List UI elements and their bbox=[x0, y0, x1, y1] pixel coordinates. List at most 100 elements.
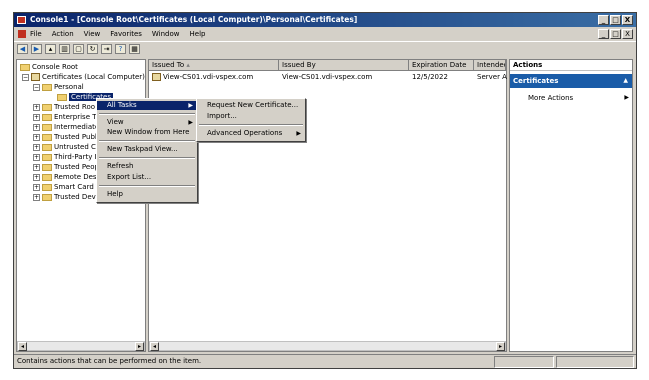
cell-intended: Server Au bbox=[477, 73, 507, 81]
menu-item-request-new-certificate[interactable]: Request New Certificate... bbox=[197, 101, 305, 110]
menu-item-view[interactable]: View ▶ bbox=[97, 118, 197, 127]
properties-icon[interactable]: ▢ bbox=[73, 43, 84, 54]
expand-icon[interactable]: + bbox=[33, 103, 40, 111]
menu-action[interactable]: Action bbox=[47, 28, 79, 40]
menu-favorites[interactable]: Favorites bbox=[105, 28, 147, 40]
menu-item-new-window[interactable]: New Window from Here bbox=[97, 128, 197, 137]
tree-horizontal-scrollbar[interactable]: ◂ ▸ bbox=[17, 341, 145, 351]
tree-label: Trusted Publ bbox=[54, 133, 97, 141]
menu-item-refresh[interactable]: Refresh bbox=[97, 162, 197, 171]
tree-label: Smart Card T bbox=[54, 183, 101, 191]
tree-label: Console Root bbox=[32, 63, 78, 71]
actions-section-label: Certificates bbox=[513, 77, 559, 85]
more-actions-link[interactable]: More Actions bbox=[528, 94, 573, 102]
expand-icon[interactable]: + bbox=[33, 133, 40, 141]
mdi-restore-button[interactable]: □ bbox=[610, 29, 621, 39]
folder-icon bbox=[57, 93, 67, 101]
show-action-pane-icon[interactable]: ▦ bbox=[129, 43, 140, 54]
tree-item-personal[interactable]: − Personal bbox=[33, 83, 84, 93]
collapse-icon[interactable]: − bbox=[22, 73, 29, 81]
tree-item-certificates-local[interactable]: − Certificates (Local Computer) bbox=[22, 73, 145, 83]
refresh-icon[interactable]: ↻ bbox=[87, 43, 98, 54]
submenu-arrow-icon: ▶ bbox=[296, 130, 301, 137]
menu-help[interactable]: Help bbox=[185, 28, 211, 40]
tree-label: Remote Desk bbox=[54, 173, 101, 181]
help-icon[interactable]: ? bbox=[115, 43, 126, 54]
tree-label: Untrusted Ce bbox=[54, 143, 101, 151]
submenu-arrow-icon: ▶ bbox=[624, 94, 629, 101]
expand-icon[interactable]: + bbox=[33, 163, 40, 171]
export-icon[interactable]: ⇥ bbox=[101, 43, 112, 54]
folder-icon bbox=[42, 153, 52, 161]
column-header-issued-to[interactable]: Issued To ▴ bbox=[149, 60, 279, 71]
menu-item-all-tasks[interactable]: All Tasks ▶ bbox=[97, 101, 197, 110]
scroll-left-icon[interactable]: ◂ bbox=[18, 342, 27, 351]
toolbar: ◀ ▶ ▴ ▥ ▢ ↻ ⇥ ? ▦ bbox=[14, 41, 636, 55]
show-hide-tree-icon[interactable]: ▥ bbox=[59, 43, 70, 54]
column-header-intended[interactable]: Intended bbox=[474, 60, 506, 71]
menu-item-advanced-operations[interactable]: Advanced Operations ▶ bbox=[197, 129, 305, 138]
tree-item-trusted-publishers[interactable]: + Trusted Publ bbox=[33, 133, 97, 143]
tree-label: Third-Party I bbox=[54, 153, 97, 161]
expand-icon[interactable]: + bbox=[33, 183, 40, 191]
scroll-left-icon[interactable]: ◂ bbox=[150, 342, 159, 351]
tree-item-remote-desktop[interactable]: + Remote Desk bbox=[33, 173, 101, 183]
collapse-icon[interactable]: − bbox=[33, 83, 40, 91]
menu-file[interactable]: File bbox=[16, 28, 47, 40]
menu-separator bbox=[99, 140, 195, 142]
tree-item-untrusted[interactable]: + Untrusted Ce bbox=[33, 143, 100, 153]
expand-icon[interactable]: + bbox=[33, 143, 40, 151]
window-title: Console1 - [Console Root\Certificates (L… bbox=[30, 15, 358, 24]
collapse-up-icon[interactable]: ▲ bbox=[623, 74, 628, 88]
tree-label: Enterprise Tr bbox=[54, 113, 99, 121]
tree-label: Trusted Roo bbox=[54, 103, 96, 111]
tree-label: Personal bbox=[54, 83, 84, 91]
title-bar[interactable]: Console1 - [Console Root\Certificates (L… bbox=[14, 13, 636, 27]
menu-item-new-taskpad[interactable]: New Taskpad View... bbox=[97, 145, 197, 154]
status-text: Contains actions that can be performed o… bbox=[17, 357, 202, 365]
menu-window[interactable]: Window bbox=[147, 28, 185, 40]
menu-item-help[interactable]: Help bbox=[97, 190, 197, 199]
menu-item-label: Advanced Operations bbox=[207, 129, 283, 137]
column-header-issued-by[interactable]: Issued By bbox=[279, 60, 409, 71]
back-icon[interactable]: ◀ bbox=[17, 43, 28, 54]
close-button[interactable]: X bbox=[622, 15, 633, 25]
menu-view[interactable]: View bbox=[79, 28, 106, 40]
cell-issued-by: View-CS01.vdi-vspex.com bbox=[282, 73, 373, 81]
minimize-button[interactable]: _ bbox=[598, 15, 609, 25]
tree-item-enterprise-trust[interactable]: + Enterprise Tr bbox=[33, 113, 98, 123]
expand-icon[interactable]: + bbox=[33, 153, 40, 161]
folder-icon bbox=[42, 123, 52, 131]
mdi-close-button[interactable]: X bbox=[622, 29, 633, 39]
expand-icon[interactable]: + bbox=[33, 193, 40, 201]
menu-item-import[interactable]: Import... bbox=[197, 112, 305, 121]
folder-icon bbox=[42, 103, 52, 111]
scroll-right-icon[interactable]: ▸ bbox=[496, 342, 505, 351]
scroll-right-icon[interactable]: ▸ bbox=[135, 342, 144, 351]
tree-item-trusted-root[interactable]: + Trusted Roo bbox=[33, 103, 95, 113]
mdi-minimize-button[interactable]: _ bbox=[598, 29, 609, 39]
sort-ascending-icon: ▴ bbox=[186, 61, 190, 69]
tree-item-third-party[interactable]: + Third-Party I bbox=[33, 153, 97, 163]
menu-item-export-list[interactable]: Export List... bbox=[97, 173, 197, 182]
expand-icon[interactable]: + bbox=[33, 123, 40, 131]
menu-bar: File Action View Favorites Window Help bbox=[14, 28, 636, 40]
mmc-app-icon bbox=[17, 16, 26, 24]
folder-icon bbox=[42, 113, 52, 121]
cell-expiration: 12/5/2022 bbox=[412, 73, 448, 81]
column-header-expiration-date[interactable]: Expiration Date bbox=[409, 60, 474, 71]
expand-icon[interactable]: + bbox=[33, 113, 40, 121]
maximize-button[interactable]: □ bbox=[610, 15, 621, 25]
list-horizontal-scrollbar[interactable]: ◂ ▸ bbox=[149, 341, 506, 351]
tree-item-intermediate[interactable]: + Intermediate bbox=[33, 123, 99, 133]
menu-item-label: View bbox=[107, 118, 124, 126]
actions-section-certificates[interactable]: Certificates ▲ bbox=[510, 74, 632, 88]
tree-label: Certificates (Local Computer) bbox=[42, 73, 145, 81]
expand-icon[interactable]: + bbox=[33, 173, 40, 181]
up-folder-icon[interactable]: ▴ bbox=[45, 43, 56, 54]
tree-item-smart-card[interactable]: + Smart Card T bbox=[33, 183, 100, 193]
tree-item-console-root[interactable]: Console Root bbox=[20, 63, 78, 73]
status-bar: Contains actions that can be performed o… bbox=[14, 354, 636, 368]
tree-item-trusted-people[interactable]: + Trusted Peop bbox=[33, 163, 99, 173]
forward-icon[interactable]: ▶ bbox=[31, 43, 42, 54]
